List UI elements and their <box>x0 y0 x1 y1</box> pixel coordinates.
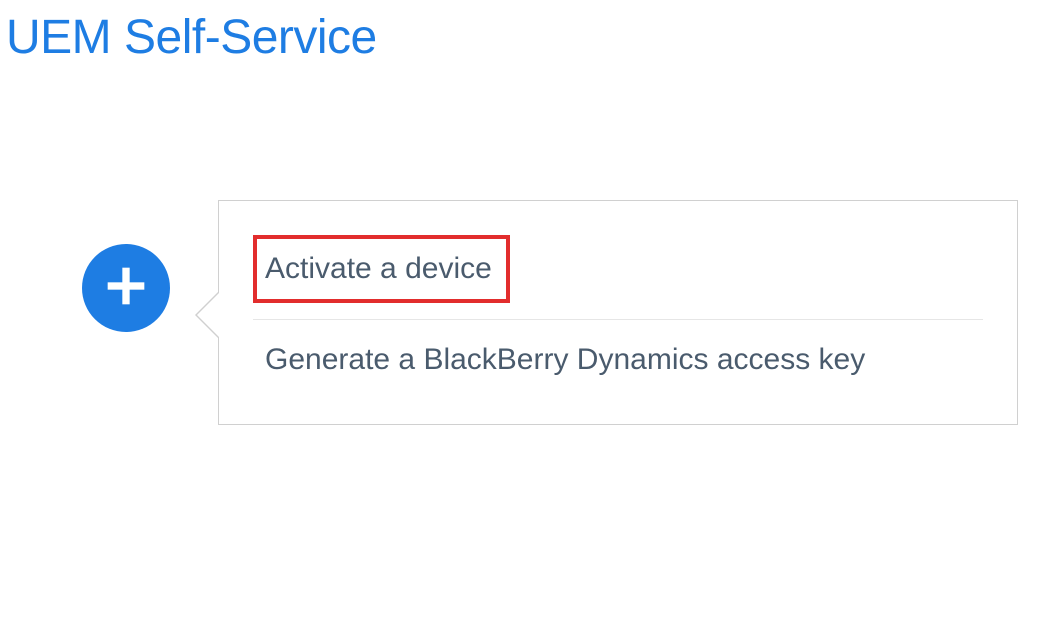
add-menu-flyout: Activate a device Generate a BlackBerry … <box>218 200 1018 425</box>
plus-icon <box>104 264 148 313</box>
page-title: UEM Self-Service <box>0 0 1042 65</box>
menu-item-activate-device[interactable]: Activate a device <box>253 235 510 303</box>
menu-item-generate-access-key[interactable]: Generate a BlackBerry Dynamics access ke… <box>253 326 983 394</box>
menu-item-activate-device-wrapper: Activate a device <box>253 235 983 303</box>
add-button[interactable] <box>82 244 170 332</box>
menu-divider <box>253 319 983 320</box>
